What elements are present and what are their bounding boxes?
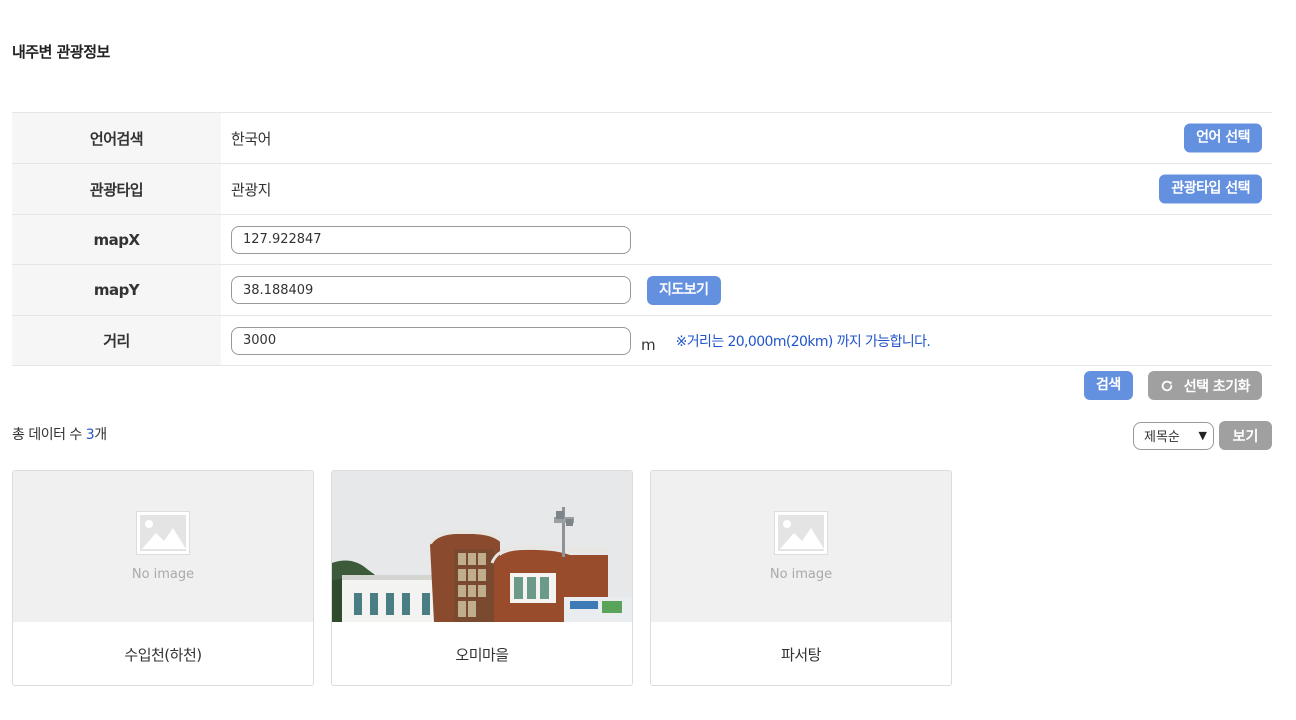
mapy-input[interactable]: [231, 276, 631, 304]
tour-type-row: 관광타입 관광지 관광타입 선택: [12, 164, 1272, 215]
image-placeholder-icon: [774, 511, 828, 555]
result-card[interactable]: No image 파서탕: [650, 470, 952, 686]
tour-type-value: 관광지: [231, 180, 271, 199]
tour-type-select-button[interactable]: 관광타입 선택: [1159, 174, 1262, 204]
card-image-placeholder: No image: [13, 471, 313, 622]
caret-down-icon: ▼: [1198, 428, 1207, 442]
result-card[interactable]: 오미마을: [331, 470, 633, 686]
distance-row: 거리 m ※거리는 20,000m(20km) 까지 가능합니다.: [12, 316, 1272, 366]
mapx-input[interactable]: [231, 225, 631, 254]
view-map-button[interactable]: 지도보기: [647, 275, 721, 305]
search-form: 언어검색 한국어 언어 선택 관광타입 관광지 관광타입 선택 mapX map…: [12, 112, 1272, 366]
language-value: 한국어: [231, 129, 271, 148]
distance-value-cell: m ※거리는 20,000m(20km) 까지 가능합니다.: [221, 316, 1272, 365]
result-card[interactable]: No image 수입천(하천): [12, 470, 314, 686]
tour-type-value-cell: 관광지 관광타입 선택: [221, 164, 1272, 214]
form-actions: 검색 선택 초기화: [1083, 371, 1262, 400]
noimage-text: No image: [131, 567, 195, 582]
result-cards: No image 수입천(하천) 오미마을 No image 파서탕: [12, 470, 952, 686]
count-number: 3: [85, 427, 95, 443]
mapy-label: mapY: [12, 265, 221, 315]
card-image-placeholder: No image: [651, 471, 951, 622]
sort-select[interactable]: 제목순 ▼: [1133, 421, 1214, 450]
tour-type-label: 관광타입: [12, 164, 221, 214]
count-prefix: 총 데이터 수: [12, 427, 86, 443]
card-title: 파서탕: [781, 645, 821, 664]
village-photo: [332, 471, 632, 622]
card-title: 수입천(하천): [124, 645, 202, 664]
mapx-value-cell: [221, 215, 1272, 264]
reset-button[interactable]: 선택 초기화: [1147, 371, 1262, 400]
distance-unit: m: [641, 335, 656, 354]
mapx-row: mapX: [12, 215, 1272, 265]
mapy-row: mapY 지도보기: [12, 265, 1272, 316]
distance-note: ※거리는 20,000m(20km) 까지 가능합니다.: [675, 333, 931, 350]
distance-input[interactable]: [231, 326, 631, 355]
sort-selected-value: 제목순: [1144, 430, 1180, 445]
mapx-label: mapX: [12, 215, 221, 264]
refresh-icon: [1161, 380, 1172, 391]
reset-button-label: 선택 초기화: [1183, 378, 1251, 395]
card-title: 오미마을: [455, 645, 509, 664]
result-count: 총 데이터 수 3개: [12, 424, 107, 444]
mapy-value-cell: 지도보기: [221, 265, 1272, 315]
view-button[interactable]: 보기: [1219, 421, 1272, 450]
noimage-text: No image: [769, 567, 833, 582]
page-title: 내주변 관광정보: [12, 43, 110, 61]
language-label: 언어검색: [12, 113, 221, 163]
language-value-cell: 한국어 언어 선택: [221, 113, 1272, 163]
distance-label: 거리: [12, 316, 221, 365]
sort-controls: 제목순 ▼ 보기: [1133, 421, 1272, 450]
search-button[interactable]: 검색: [1083, 371, 1133, 400]
language-row: 언어검색 한국어 언어 선택: [12, 113, 1272, 164]
card-photo: [332, 471, 632, 622]
count-suffix: 개: [94, 427, 107, 443]
image-placeholder-icon: [136, 511, 190, 555]
language-select-button[interactable]: 언어 선택: [1184, 123, 1262, 153]
